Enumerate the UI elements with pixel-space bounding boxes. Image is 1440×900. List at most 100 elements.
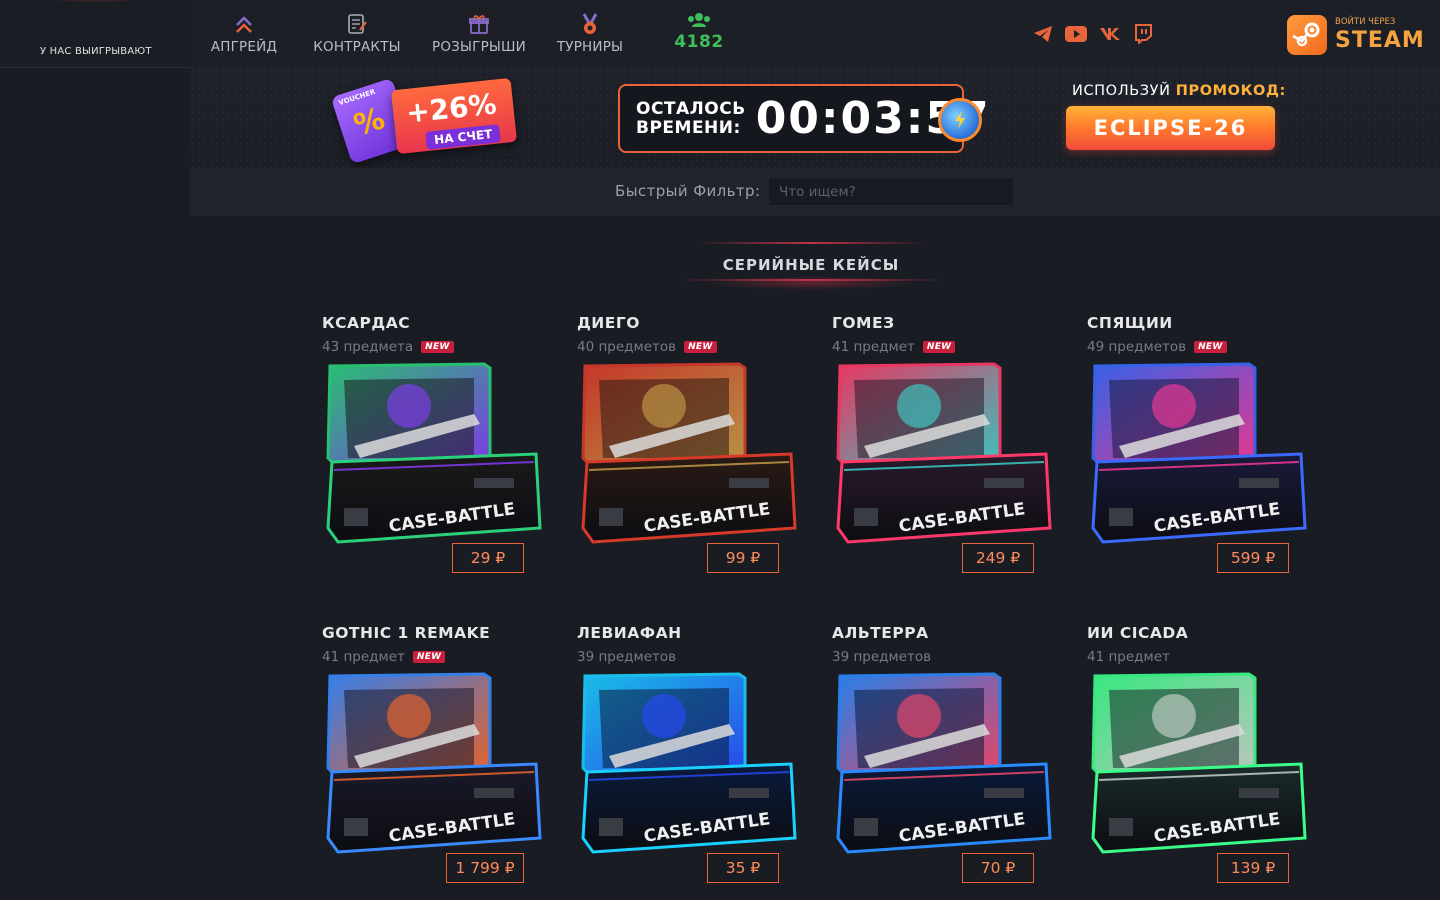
filter-label: Быстрый Фильтр: [615,182,761,200]
case-image: CASE-BATTLE [836,672,1052,854]
section-title: СЕРИЙНЫЕ КЕЙСЫ [676,236,946,294]
steam-login-button[interactable]: ВОЙТИ ЧЕРЕЗ STEAM [1287,15,1427,55]
timer-label-line2: ВРЕМЕНИ: [636,117,741,138]
new-badge: NEW [421,341,454,353]
stopwatch-icon [938,98,982,142]
online-counter: 4182 [648,0,750,68]
case-name: ЛЕВИАФАН [577,624,682,642]
percent-icon: % [349,101,390,144]
social-links [1020,16,1166,52]
steam-login-big: STEAM [1335,27,1425,53]
users-icon [686,12,712,32]
case-image: CASE-BATTLE [1091,362,1307,544]
chevrons-up-icon [234,11,254,37]
promo-label-bold: ПРОМОКОД: [1175,83,1286,99]
case-name: ГОМЕЗ [832,314,895,332]
case-price[interactable]: 99 ₽ [707,543,779,573]
countdown-timer: ОСТАЛОСЬ ВРЕМЕНИ: 00:03:57 [618,84,989,153]
steam-icon [1287,15,1327,55]
case-image: CASE-BATTLE [326,362,542,544]
medal-icon [578,11,602,37]
case-meta: 39 предметов [832,649,931,665]
youtube-icon[interactable] [1063,21,1089,47]
case-price[interactable]: 35 ₽ [707,853,779,883]
case-name: ДИЕГО [577,314,640,332]
steam-login-small: ВОЙТИ ЧЕРЕЗ [1335,17,1396,28]
case-price[interactable]: 1 799 ₽ [446,853,524,883]
case-meta: 41 предмет [1087,649,1170,665]
section-title-text: СЕРИЙНЫЕ КЕЙСЫ [722,256,900,274]
case-image: CASE-BATTLE [581,362,797,544]
case-card[interactable]: КСАРДАС 43 предмета NEW CASE-BATTLE 29 ₽ [322,314,547,584]
new-badge: NEW [412,651,446,663]
case-item-count: 49 предметов [1087,339,1187,355]
case-name: ИИ CICADA [1087,624,1189,642]
case-item-count: 41 предмет [832,339,915,355]
winners-glow [30,0,160,2]
section-title-top-line [696,242,926,244]
case-item-count: 41 предмет [322,649,405,665]
case-name: GOTHIC 1 REMAKE [322,624,491,642]
case-card[interactable]: ДИЕГО 40 предметов NEW CASE-BATTLE 99 ₽ [577,314,802,584]
case-card[interactable]: СПЯЩИИ 49 предметов NEW CASE-BATTLE 599 … [1087,314,1312,584]
timer-label-line1: ОСТАЛОСЬ [636,98,746,119]
nav-giveaways-label: РОЗЫГРЫШИ [432,39,526,55]
case-price[interactable]: 70 ₽ [962,853,1034,883]
new-badge: NEW [684,341,717,353]
case-card[interactable]: ИИ CICADA 41 предмет CASE-BATTLE 139 ₽ [1087,624,1312,894]
winners-panel: У НАС ВЫИГРЫВАЮТ [0,0,190,68]
case-price[interactable]: 29 ₽ [452,543,524,573]
deposit-bonus-voucher[interactable]: VOUCHER % +26% НА СЧЕТ [330,77,520,165]
case-image: CASE-BATTLE [836,362,1052,544]
case-image: CASE-BATTLE [1091,672,1307,854]
nav-upgrade-label: АПГРЕЙД [210,39,278,55]
case-card[interactable]: GOTHIC 1 REMAKE 41 предмет NEW CASE-BATT… [322,624,547,894]
winners-label: У НАС ВЫИГРЫВАЮТ [40,46,152,57]
section-title-glow [706,276,916,290]
case-meta: 49 предметов NEW [1087,339,1227,355]
case-card[interactable]: ЛЕВИАФАН 39 предметов CASE-BATTLE 35 ₽ [577,624,802,894]
nav-contracts-label: КОНТРАКТЫ [313,39,401,55]
case-price[interactable]: 249 ₽ [962,543,1034,573]
case-card[interactable]: ГОМЕЗ 41 предмет NEW CASE-BATTLE 249 ₽ [832,314,1057,584]
main-nav: АПГРЕЙД КОНТРАКТЫ РОЗЫГРЫШИ ТУРНИРЫ 4182 [200,0,750,68]
nav-upgrade[interactable]: АПГРЕЙД [200,0,288,68]
promo-banner: VOUCHER % +26% НА СЧЕТ ОСТАЛОСЬ ВРЕМЕНИ:… [190,68,1440,168]
new-badge: NEW [922,341,956,353]
case-item-count: 39 предметов [832,649,932,665]
case-name: КСАРДАС [322,314,411,332]
nav-giveaways[interactable]: РОЗЫГРЫШИ [426,0,532,68]
new-badge: NEW [1194,341,1227,353]
case-price[interactable]: 599 ₽ [1217,543,1289,573]
nav-tournaments[interactable]: ТУРНИРЫ [532,0,648,68]
promo-code-button[interactable]: ECLIPSE-26 [1066,106,1275,150]
case-item-count: 39 предметов [577,649,677,665]
case-name: АЛЬТЕРРА [832,624,929,642]
twitch-icon[interactable] [1130,21,1156,47]
vk-icon[interactable] [1097,21,1123,47]
online-count: 4182 [674,32,724,52]
case-item-count: 40 предметов [577,339,677,355]
promo-label-prefix: ИСПОЛЬЗУЙ [1072,83,1171,99]
gift-icon [468,11,490,37]
timer-label: ОСТАЛОСЬ ВРЕМЕНИ: [636,100,746,137]
case-image: CASE-BATTLE [326,672,542,854]
case-meta: 41 предмет NEW [832,339,956,355]
case-name: СПЯЩИИ [1087,314,1173,332]
case-card[interactable]: АЛЬТЕРРА 39 предметов CASE-BATTLE 70 ₽ [832,624,1057,894]
promo-label: ИСПОЛЬЗУЙ ПРОМОКОД: [1072,83,1286,99]
case-item-count: 41 предмет [1087,649,1170,665]
contract-icon [346,11,368,37]
telegram-icon[interactable] [1030,21,1056,47]
case-meta: 40 предметов NEW [577,339,717,355]
filter-search-input[interactable] [768,177,1014,206]
case-item-count: 43 предмета [322,339,414,355]
filter-bar: Быстрый Фильтр: [190,168,1440,216]
case-image: CASE-BATTLE [581,672,797,854]
nav-contracts[interactable]: КОНТРАКТЫ [288,0,426,68]
nav-tournaments-label: ТУРНИРЫ [556,39,624,55]
case-price[interactable]: 139 ₽ [1217,853,1289,883]
case-meta: 39 предметов [577,649,676,665]
case-meta: 43 предмета NEW [322,339,454,355]
case-meta: 41 предмет NEW [322,649,446,665]
